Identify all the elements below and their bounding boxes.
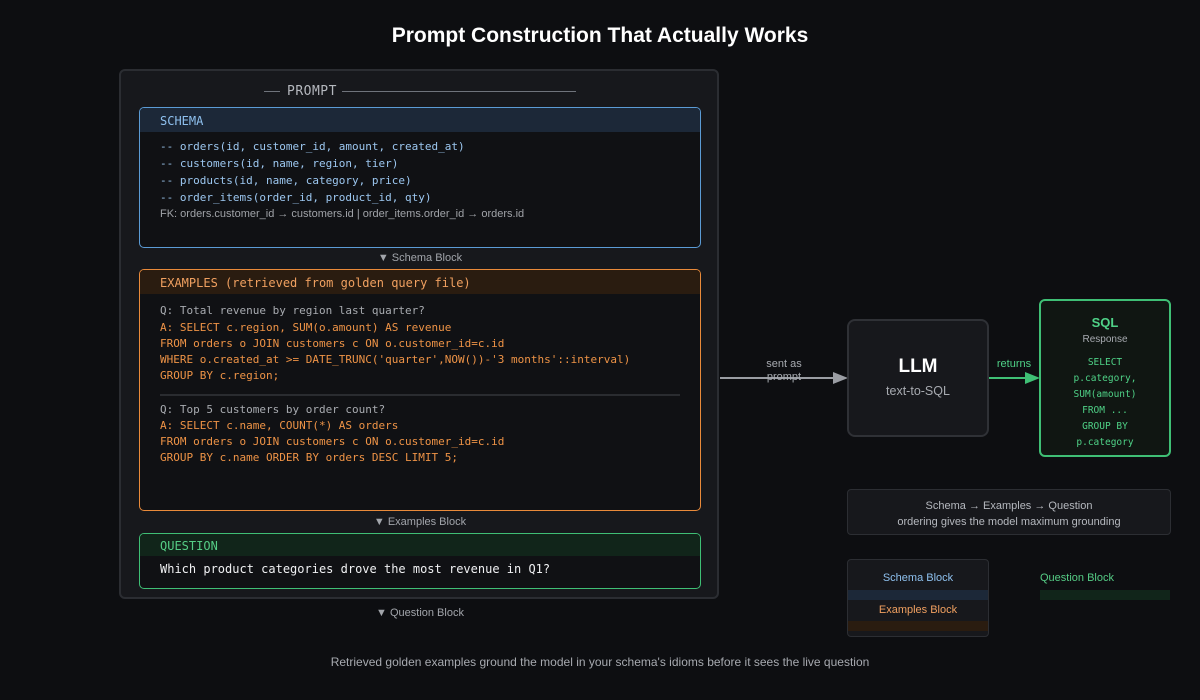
ordering-note: Schema → Examples → Question ordering gi… [847,489,1171,535]
footer-caption: Retrieved golden examples ground the mod… [330,655,870,669]
sql-code-line: SELECT [1087,357,1123,368]
returns-arrow [989,372,1040,384]
sent-arrow-label: sent as prompt [766,358,802,383]
llm-node: LLM text-to-SQL [847,319,989,437]
sql-code-line: GROUP BY [1082,421,1128,432]
sql-code-line: FROM ... [1082,405,1128,416]
legend-question-label: Question Block [1040,572,1114,584]
legend-examples-label: Examples Block [878,604,958,616]
legend-question-swatch [1040,590,1170,600]
arrows-layer [720,372,1040,384]
legend: Schema Block Examples Block [847,559,989,637]
llm-subtitle: text-to-SQL [886,384,950,398]
sql-response-node: SQL Response SELECT p.category, SUM(amou… [1039,299,1171,457]
sql-code-line: p.category [1076,437,1134,448]
ordering-note-line: Schema → Examples → Question [925,500,1093,512]
legend-examples-swatch [848,621,988,631]
returns-arrow-label: returns [996,358,1032,370]
sql-code-line: p.category, [1073,373,1137,384]
legend-schema-label: Schema Block [882,572,954,584]
sql-subtitle: Response [1082,334,1128,345]
sql-title: SQL [1091,315,1119,330]
ordering-note-line: ordering gives the model maximum groundi… [897,516,1121,528]
legend-schema-swatch [848,590,988,600]
llm-title: LLM [898,356,938,377]
sql-code-line: SUM(amount) [1073,389,1137,400]
